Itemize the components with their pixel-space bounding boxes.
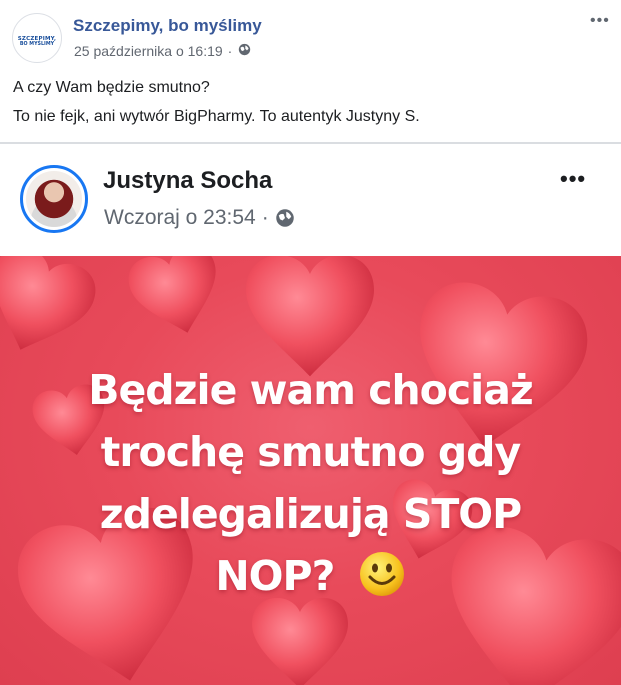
logo-text-bottom: BO MYŚLIMY (19, 42, 55, 47)
author-name: Justyna Socha (103, 167, 273, 194)
shared-post-image[interactable]: Justyna Socha Wczoraj o 23:54 · ••• Będz… (0, 142, 621, 685)
meme-text-line: zdelegalizują STOP (99, 490, 522, 538)
post-timestamp[interactable]: 25 października o 16:19 (74, 43, 223, 59)
author-avatar-ring (20, 165, 88, 233)
meme-image: Będzie wam chociaż trochę smutno gdy zde… (0, 256, 621, 685)
more-options-button[interactable]: ••• (590, 12, 610, 30)
globe-icon (275, 208, 295, 228)
meme-text-line: Będzie wam chociaż (88, 366, 534, 414)
author-avatar (26, 171, 82, 227)
meme-text-line: trochę smutno gdy (100, 428, 522, 476)
shared-post-header: Justyna Socha Wczoraj o 23:54 · ••• (0, 144, 621, 256)
post-timestamp-row: 25 października o 16:19 · (74, 43, 251, 59)
heart-shape (246, 256, 374, 377)
post-text-line: To nie fejk, ani wytwór BigPharmy. To au… (13, 108, 420, 125)
heart-shape (0, 256, 104, 368)
shared-timestamp-separator: · (261, 206, 269, 229)
shared-timestamp-row: Wczoraj o 23:54 · (104, 206, 295, 230)
smiley-face-icon (358, 550, 406, 608)
heart-shape (123, 256, 231, 345)
shared-timestamp: Wczoraj o 23:54 (104, 206, 256, 229)
timestamp-separator: · (227, 43, 233, 59)
meme-text-nop: NOP? (215, 552, 335, 600)
shared-more-options-icon: ••• (560, 166, 587, 191)
post-text-line: A czy Wam będzie smutno? (13, 79, 210, 96)
page-name-link[interactable]: Szczepimy, bo myślimy (73, 16, 262, 36)
meme-text-line-last: NOP? (0, 550, 621, 608)
globe-icon[interactable] (238, 43, 251, 59)
page-avatar[interactable]: SZCZEPIMY, BO MYŚLIMY (12, 13, 62, 63)
post-header: SZCZEPIMY, BO MYŚLIMY Szczepimy, bo myśl… (0, 0, 621, 142)
heart-shape (252, 597, 348, 685)
